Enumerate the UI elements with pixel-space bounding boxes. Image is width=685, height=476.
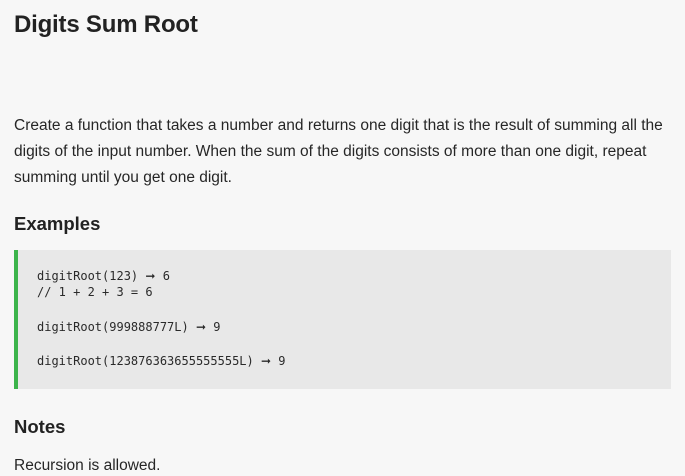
code-line: digitRoot(123) ➞ 6 <box>37 269 170 284</box>
notes-text: Recursion is allowed. <box>14 457 161 474</box>
page-title: Digits Sum Root <box>14 11 198 38</box>
code-result: 9 <box>213 320 221 334</box>
examples-code-block: digitRoot(123) ➞ 6 // 1 + 2 + 3 = 6 digi… <box>14 250 671 389</box>
examples-heading: Examples <box>14 213 101 234</box>
code-call: digitRoot(123876363655555555L) <box>37 354 254 368</box>
code-call: digitRoot(123) <box>37 269 139 283</box>
code-comment: // 1 + 2 + 3 = 6 <box>37 285 153 299</box>
code-call: digitRoot(999888777L) <box>37 320 189 334</box>
code-line: digitRoot(999888777L) ➞ 9 <box>37 320 220 335</box>
code-line: digitRoot(123876363655555555L) ➞ 9 <box>37 354 286 369</box>
challenge-description: Create a function that takes a number an… <box>14 117 663 186</box>
code-result: 6 <box>162 269 170 283</box>
notes-heading: Notes <box>14 416 66 437</box>
arrow-icon: ➞ <box>145 269 156 283</box>
code-result: 9 <box>278 354 286 368</box>
arrow-icon: ➞ <box>195 320 207 334</box>
arrow-icon: ➞ <box>260 354 272 368</box>
